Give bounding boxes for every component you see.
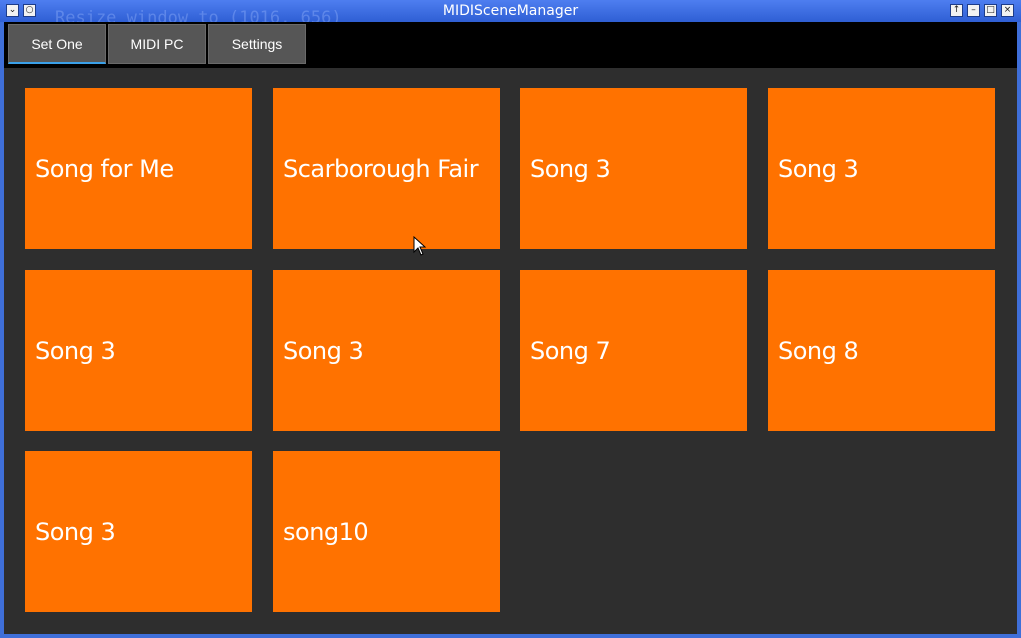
tab-bar: Set One MIDI PC Settings xyxy=(4,22,1017,68)
close-icon[interactable]: × xyxy=(1001,4,1014,17)
song-button[interactable]: Song 3 xyxy=(25,451,252,612)
app-window: Resize window to (1016, 656) ⌄ ○ MIDISce… xyxy=(0,0,1021,638)
tab-midi-pc[interactable]: MIDI PC xyxy=(108,24,206,64)
window-title: MIDISceneManager xyxy=(442,3,579,19)
song-button[interactable]: Scarborough Fair xyxy=(273,88,500,249)
song-button[interactable]: Song 3 xyxy=(273,270,500,431)
song-button[interactable]: song10 xyxy=(273,451,500,612)
shade-icon[interactable]: ↑ xyxy=(950,4,963,17)
song-button[interactable]: Song 7 xyxy=(520,270,747,431)
song-button[interactable]: Song for Me xyxy=(25,88,252,249)
song-button[interactable]: Song 8 xyxy=(768,270,995,431)
tab-set-one[interactable]: Set One xyxy=(8,24,106,64)
minimize-icon[interactable]: – xyxy=(967,4,980,17)
song-button[interactable]: Song 3 xyxy=(768,88,995,249)
maximize-icon[interactable]: □ xyxy=(984,4,997,17)
mouse-cursor-icon xyxy=(413,236,427,256)
main-area: Set One MIDI PC Settings Song for Me Sca… xyxy=(4,22,1017,634)
title-bar[interactable]: Resize window to (1016, 656) ⌄ ○ MIDISce… xyxy=(0,0,1021,28)
song-button[interactable]: Song 3 xyxy=(520,88,747,249)
song-button[interactable]: Song 3 xyxy=(25,270,252,431)
tab-settings[interactable]: Settings xyxy=(208,24,306,64)
